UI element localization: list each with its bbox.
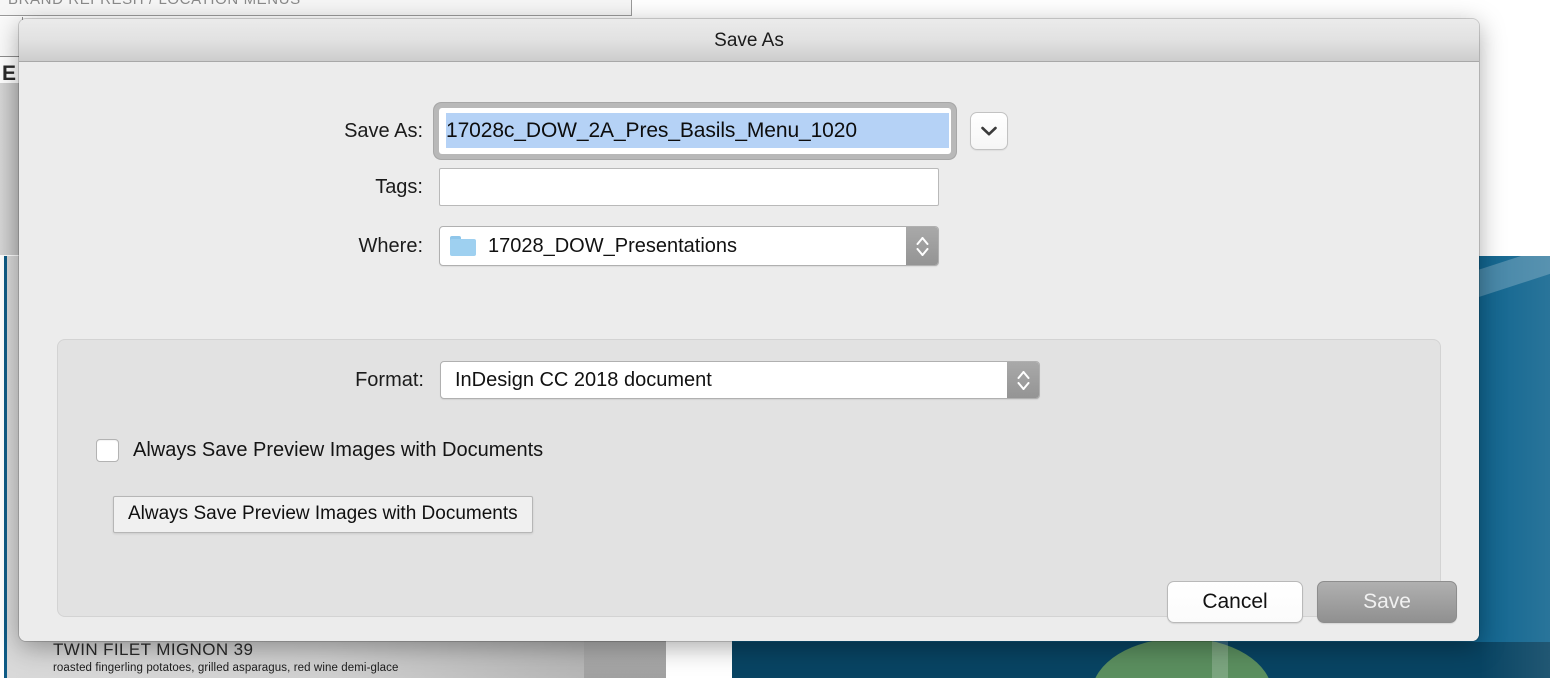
screen-root: BRAND REFRESH / LOCATION MENUS E TWIN FI… (0, 0, 1550, 678)
where-label: Where: (358, 234, 423, 257)
preview-images-checkbox-label: Always Save Preview Images with Document… (133, 439, 544, 461)
format-label: Format: (355, 368, 424, 391)
preview-images-checkbox-row[interactable]: Always Save Preview Images with Document… (96, 439, 543, 462)
filename-value: 17028c_DOW_2A_Pres_Basils_Menu_1020 (446, 118, 857, 142)
artwork-vertical-stripe (1212, 638, 1228, 678)
format-popup-button[interactable]: InDesign CC 2018 document (440, 361, 1040, 399)
background-gray-swatch (584, 639, 666, 678)
background-top-tab-label: BRAND REFRESH / LOCATION MENUS (8, 0, 301, 8)
cancel-button[interactable]: Cancel (1167, 581, 1303, 623)
menu-item-description: roasted fingerling potatoes, grilled asp… (53, 662, 399, 674)
preview-images-tooltip: Always Save Preview Images with Document… (113, 496, 533, 533)
filename-selection-highlight[interactable]: 17028c_DOW_2A_Pres_Basils_Menu_1020 (446, 113, 949, 148)
background-top-tab-bar: BRAND REFRESH / LOCATION MENUS (0, 0, 632, 16)
tags-label: Tags: (375, 175, 423, 198)
dialog-footer: Cancel Save (1167, 581, 1457, 623)
where-value: 17028_DOW_Presentations (488, 234, 738, 257)
preview-images-checkbox[interactable] (96, 439, 119, 462)
dialog-body: Save As: 17028c_DOW_2A_Pres_Basils_Menu_… (19, 62, 1479, 641)
menu-item: TWIN FILET MIGNON 39 roasted fingerling … (53, 640, 583, 674)
folder-icon (450, 236, 476, 256)
save-as-row: Save As: 17028c_DOW_2A_Pres_Basils_Menu_… (19, 108, 1008, 154)
format-row: Format: InDesign CC 2018 document (20, 361, 1040, 399)
save-as-label: Save As: (344, 119, 423, 142)
save-as-dialog: Save As Save As: 17028c_DOW_2A_Pres_Basi… (19, 19, 1479, 641)
menu-item-title: TWIN FILET MIGNON 39 (53, 640, 254, 659)
artwork-edge-sheen (1480, 256, 1550, 678)
tags-input[interactable] (439, 168, 939, 206)
options-panel: Format: InDesign CC 2018 document Always… (57, 339, 1441, 617)
tags-row: Tags: (19, 168, 939, 206)
chevron-down-icon (980, 125, 998, 137)
where-row: Where: 17028_DOW_Presentations (19, 226, 939, 266)
format-value: InDesign CC 2018 document (455, 368, 712, 391)
expand-browser-button[interactable] (970, 112, 1008, 150)
save-button[interactable]: Save (1317, 581, 1457, 623)
format-stepper-icon[interactable] (1007, 362, 1039, 398)
dialog-title: Save As (714, 30, 784, 51)
where-popup-button[interactable]: 17028_DOW_Presentations (439, 226, 939, 266)
filename-input[interactable]: 17028c_DOW_2A_Pres_Basils_Menu_1020 (439, 108, 951, 154)
where-stepper-icon[interactable] (906, 227, 938, 265)
dialog-titlebar: Save As (19, 19, 1479, 62)
